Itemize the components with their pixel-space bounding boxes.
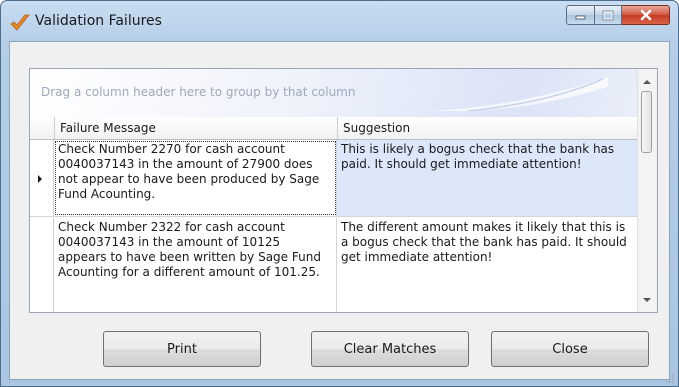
maximize-button[interactable] [595, 5, 622, 25]
table-row[interactable]: Check Number 2322 for cash account 00400… [30, 218, 638, 312]
print-button[interactable]: Print [103, 331, 261, 367]
vertical-scrollbar[interactable] [637, 69, 657, 312]
table-row[interactable]: Check Number 2270 for cash account 00400… [30, 140, 638, 217]
suggestion-cell[interactable]: The different amount makes it likely tha… [337, 218, 638, 312]
scroll-thumb[interactable] [641, 91, 652, 153]
group-by-panel[interactable]: Drag a column header here to group by th… [30, 69, 638, 118]
dialog-window: Validation Failures Drag a column header… [0, 0, 679, 387]
row-indicator [30, 218, 54, 312]
minimize-button[interactable] [566, 5, 595, 25]
close-window-button[interactable] [622, 5, 670, 25]
close-button[interactable]: Close [491, 331, 649, 367]
maximize-icon [602, 10, 614, 20]
failure-message-cell[interactable]: Check Number 2322 for cash account 00400… [54, 218, 337, 312]
title-bar[interactable]: Validation Failures [1, 1, 678, 41]
suggestion-cell[interactable]: This is likely a bogus check that the ba… [337, 140, 638, 216]
checkmark-icon [10, 14, 30, 31]
minimize-icon [575, 15, 585, 20]
group-by-hint: Drag a column header here to group by th… [41, 85, 356, 99]
row-indicator [30, 140, 54, 216]
row-pointer-icon [38, 175, 42, 183]
window-title: Validation Failures [35, 13, 162, 29]
clear-matches-button[interactable]: Clear Matches [311, 331, 469, 367]
failures-grid[interactable]: Drag a column header here to group by th… [29, 68, 658, 313]
swoosh-decoration [428, 77, 608, 111]
close-icon [640, 9, 651, 21]
indicator-header [30, 117, 54, 139]
column-header-suggestion[interactable]: Suggestion [337, 117, 638, 139]
column-header-failure-message[interactable]: Failure Message [54, 117, 337, 139]
failure-message-cell[interactable]: Check Number 2270 for cash account 00400… [54, 140, 337, 216]
resize-grip-icon[interactable] [664, 373, 674, 383]
caption-buttons [566, 5, 670, 27]
scroll-down-icon[interactable] [643, 298, 651, 302]
column-headers: Failure Message Suggestion [30, 117, 638, 140]
scroll-up-icon[interactable] [643, 80, 651, 84]
